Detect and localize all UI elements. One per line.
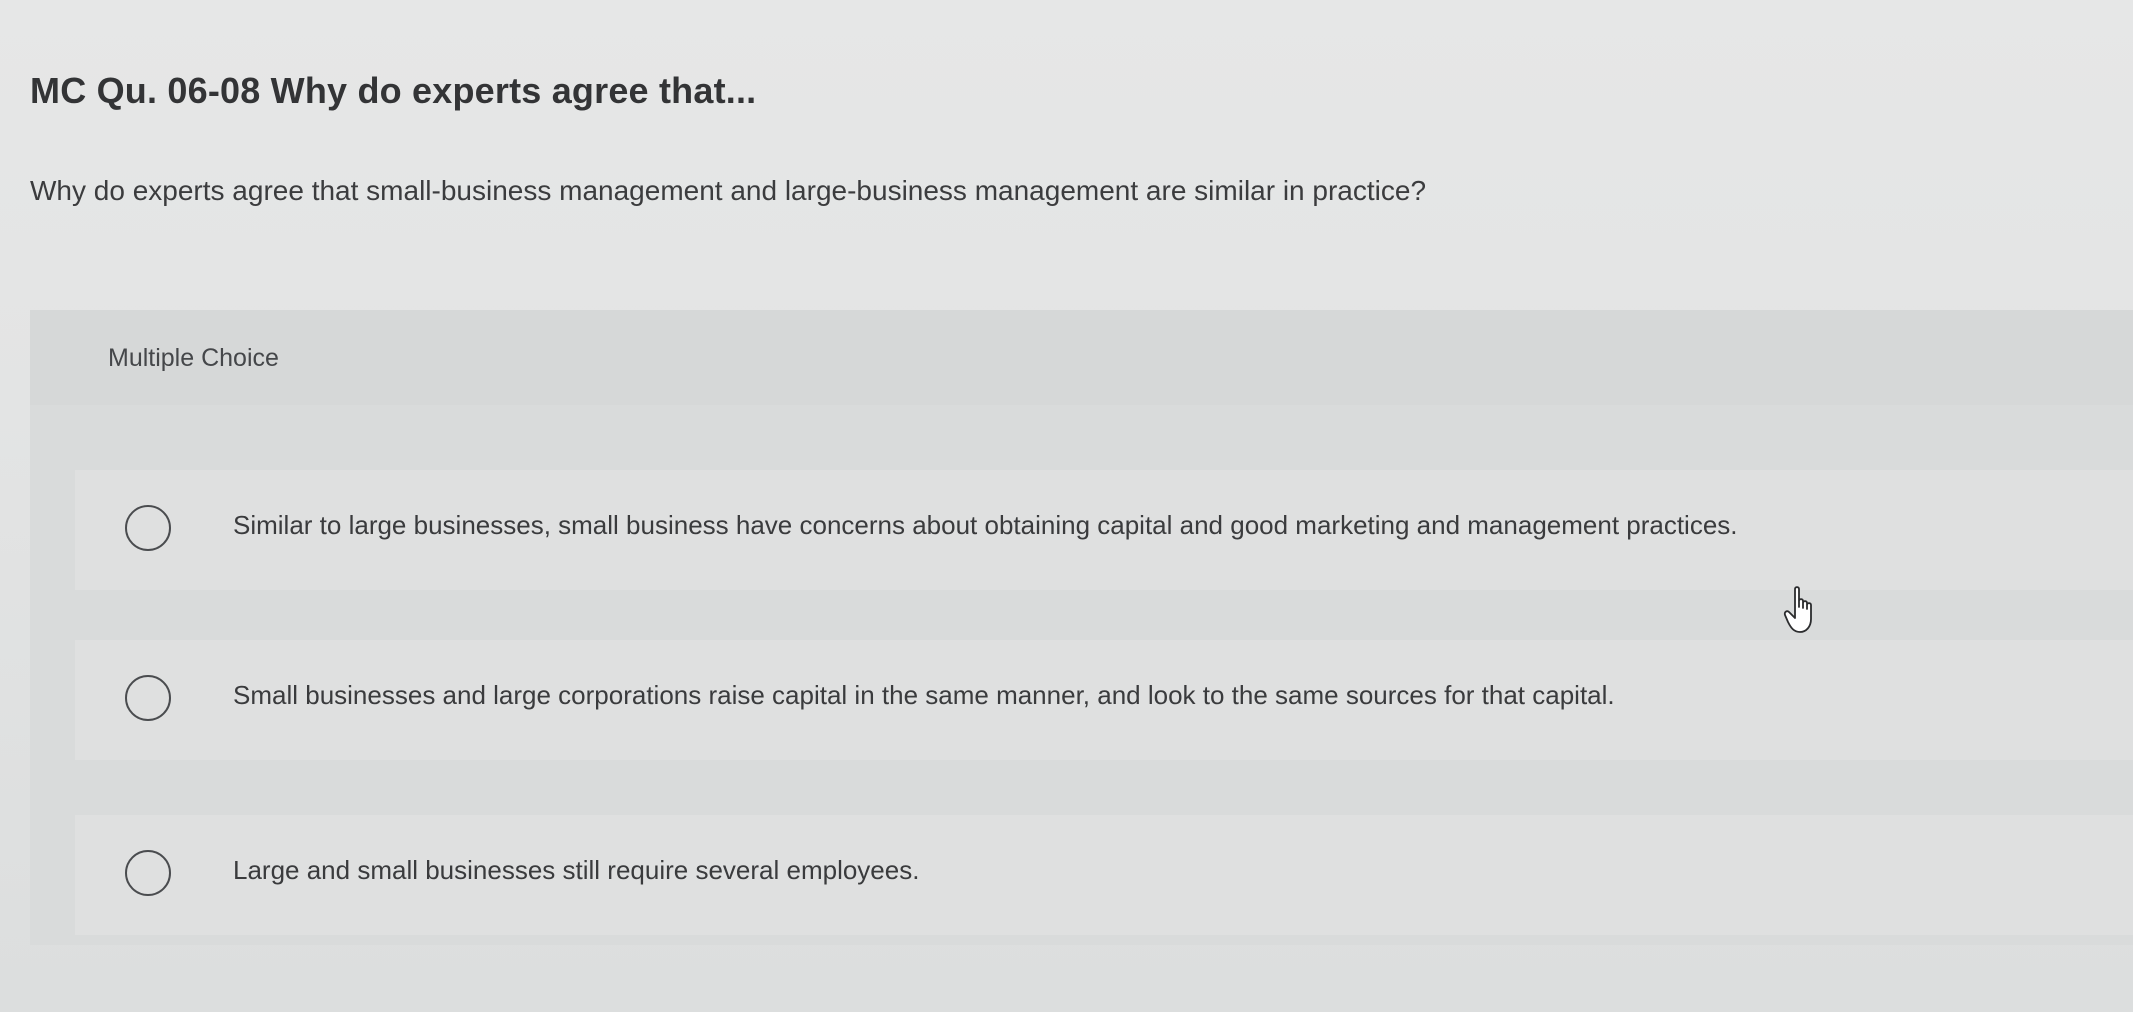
radio-button-icon[interactable] bbox=[125, 675, 171, 721]
radio-button-icon[interactable] bbox=[125, 505, 171, 551]
bottom-strip bbox=[0, 985, 2133, 1012]
answer-option-3[interactable]: Large and small businesses still require… bbox=[75, 815, 2133, 935]
answer-option-text: Small businesses and large corporations … bbox=[233, 680, 1615, 710]
question-title: MC Qu. 06-08 Why do experts agree that..… bbox=[30, 70, 757, 111]
multiple-choice-label: Multiple Choice bbox=[108, 344, 279, 372]
question-prompt: Why do experts agree that small-business… bbox=[30, 175, 1427, 206]
answer-option-1[interactable]: Similar to large businesses, small busin… bbox=[75, 470, 2133, 590]
answer-option-2[interactable]: Small businesses and large corporations … bbox=[75, 640, 2133, 760]
multiple-choice-header: Multiple Choice bbox=[30, 310, 2133, 405]
hand-pointer-icon bbox=[1783, 586, 1812, 633]
answer-option-text: Similar to large businesses, small busin… bbox=[233, 510, 1738, 540]
radio-button-icon[interactable] bbox=[125, 850, 171, 896]
answer-option-text: Large and small businesses still require… bbox=[233, 855, 920, 885]
